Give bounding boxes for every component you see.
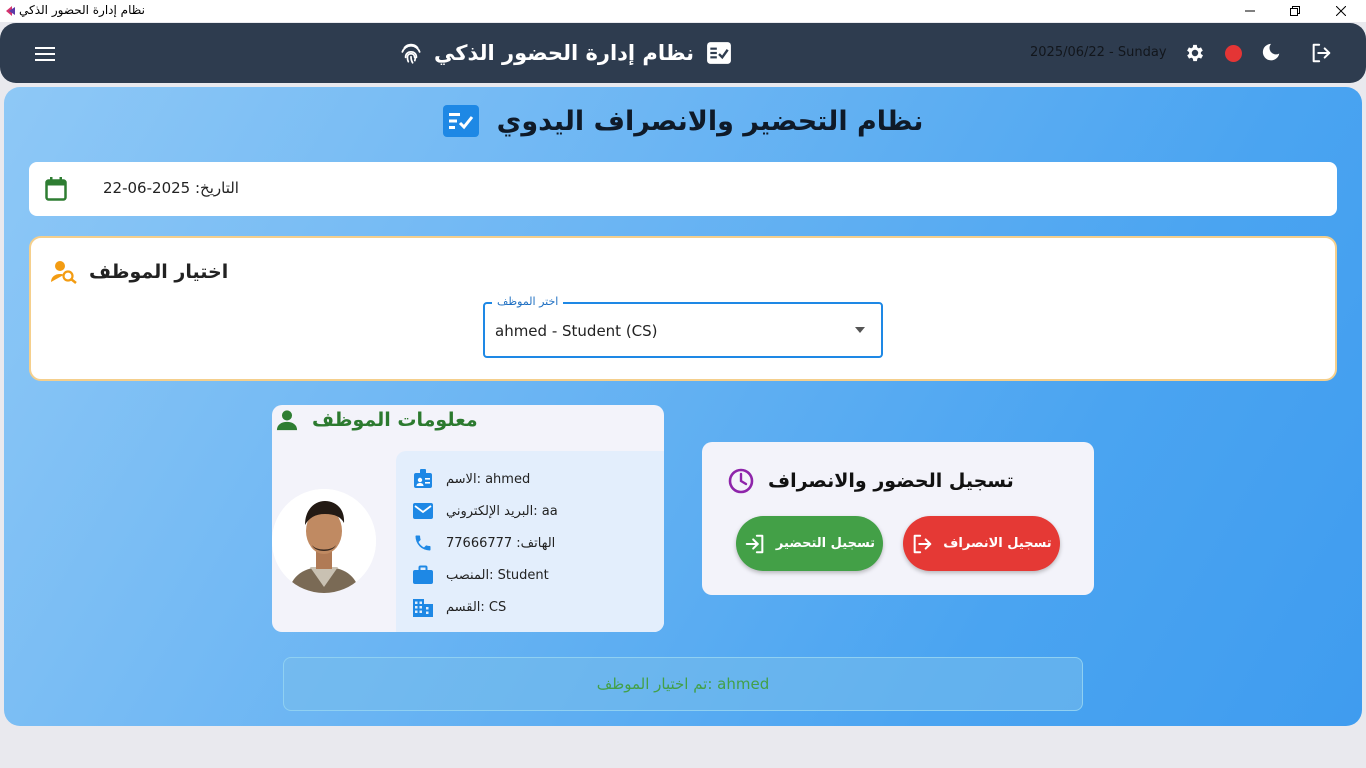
dark-mode-icon xyxy=(1262,43,1280,61)
status-message-bar: تم اختيار الموظف: ahmed xyxy=(283,657,1083,711)
app-bar: نظام إدارة الحضور الذكي 2025/06/22 - Sun… xyxy=(0,23,1366,83)
checkout-label: تسجيل الانصراف xyxy=(943,536,1052,551)
employee-photo xyxy=(272,489,376,593)
close-button[interactable] xyxy=(1318,0,1364,22)
employee-select-header: اختيار الموظف xyxy=(51,260,228,284)
date-card: التاريخ: 2025-06-22 xyxy=(29,162,1337,216)
detail-text: الاسم: ahmed xyxy=(446,471,531,487)
logout-icon xyxy=(911,533,933,555)
dark-mode-button[interactable] xyxy=(1258,40,1284,66)
status-dot xyxy=(1224,44,1242,62)
employee-avatar xyxy=(272,489,376,593)
briefcase-icon xyxy=(412,564,434,586)
page-header: نظام التحضير والانصراف اليدوي xyxy=(4,105,1362,137)
page-title: نظام التحضير والانصراف اليدوي xyxy=(496,105,924,137)
minimize-button[interactable] xyxy=(1227,0,1273,22)
phone-icon xyxy=(412,532,434,554)
window-titlebar: نظام إدارة الحضور الذكي xyxy=(0,0,1366,22)
main-panel: نظام التحضير والانصراف اليدوي التاريخ: 2… xyxy=(4,87,1362,726)
badge-icon xyxy=(412,468,434,490)
checkin-label: تسجيل التحضير xyxy=(775,536,876,551)
status-indicator xyxy=(1220,40,1246,66)
employee-info-header: معلومات الموظف xyxy=(276,409,478,431)
calendar-icon xyxy=(45,177,67,201)
detail-row-department: القسم: CS xyxy=(412,595,506,619)
detail-text: المنصب: Student xyxy=(446,567,549,583)
settings-icon xyxy=(1187,44,1203,62)
status-message: تم اختيار الموظف: ahmed xyxy=(596,675,770,693)
attendance-card: تسجيل الحضور والانصراف تسجيل التحضير تسج… xyxy=(702,442,1094,595)
login-icon xyxy=(744,533,766,555)
building-icon xyxy=(412,596,434,618)
settings-button[interactable] xyxy=(1182,40,1208,66)
employee-dropdown-value: ahmed - Student (CS) xyxy=(495,322,658,340)
close-icon xyxy=(1336,6,1346,16)
employee-select-title: اختيار الموظف xyxy=(89,261,229,283)
app-logo-icon xyxy=(6,6,15,16)
email-icon xyxy=(412,500,434,522)
attendance-title: تسجيل الحضور والانصراف xyxy=(768,470,1014,492)
checkout-button[interactable]: تسجيل الانصراف xyxy=(903,516,1060,571)
detail-row-name: الاسم: ahmed xyxy=(412,467,530,491)
menu-button[interactable] xyxy=(30,39,60,69)
checklist-icon xyxy=(442,105,479,137)
clock-icon xyxy=(728,468,754,494)
app-title-group: نظام إدارة الحضور الذكي xyxy=(398,36,732,70)
employee-details-panel: الاسم: ahmed البريد الإلكتروني: aa الهات… xyxy=(396,451,664,632)
detail-row-position: المنصب: Student xyxy=(412,563,549,587)
menu-icon xyxy=(35,47,55,61)
restore-icon xyxy=(1290,6,1300,16)
dropdown-arrow-icon xyxy=(855,327,865,333)
detail-row-email: البريد الإلكتروني: aa xyxy=(412,499,558,523)
person-search-icon xyxy=(51,261,77,284)
task-icon xyxy=(707,42,731,64)
logout-icon xyxy=(1312,43,1331,63)
person-icon xyxy=(276,410,298,431)
employee-info-card: معلومات الموظف الاسم: ahmed البريد الإلك… xyxy=(272,405,664,632)
maximize-button[interactable] xyxy=(1272,0,1318,22)
minimize-icon xyxy=(1245,10,1255,12)
detail-text: الهاتف: 77666777 xyxy=(446,535,556,551)
employee-dropdown-label: اختر الموظف xyxy=(492,295,564,308)
detail-text: القسم: CS xyxy=(446,599,507,615)
window-title: نظام إدارة الحضور الذكي xyxy=(19,3,145,17)
employee-dropdown[interactable]: اختر الموظف ahmed - Student (CS) xyxy=(483,295,883,358)
employee-info-title: معلومات الموظف xyxy=(312,409,478,431)
logout-button[interactable] xyxy=(1308,40,1334,66)
employee-select-card: اختيار الموظف اختر الموظف ahmed - Studen… xyxy=(29,236,1337,381)
detail-row-phone: الهاتف: 77666777 xyxy=(412,531,555,555)
attendance-header: تسجيل الحضور والانصراف xyxy=(728,468,1014,494)
detail-text: البريد الإلكتروني: aa xyxy=(446,503,558,519)
date-label: التاريخ: 2025-06-22 xyxy=(103,179,239,197)
current-date: 2025/06/22 - Sunday xyxy=(1030,45,1167,60)
app-title: نظام إدارة الحضور الذكي xyxy=(434,41,695,65)
fingerprint-icon xyxy=(401,43,421,64)
checkin-button[interactable]: تسجيل التحضير xyxy=(736,516,883,571)
